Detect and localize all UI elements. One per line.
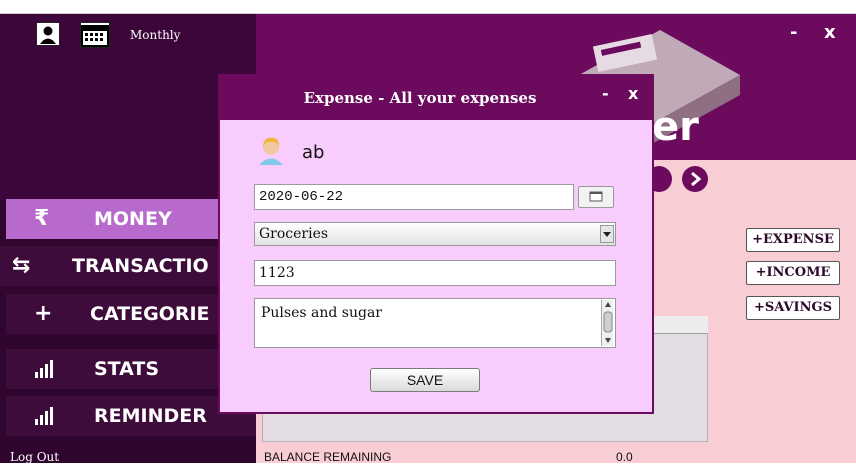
sidebar-item-label: STATS — [94, 358, 160, 380]
sidebar-item-label: REMINDER — [94, 405, 207, 427]
profile-icon[interactable] — [36, 22, 60, 46]
category-value: Groceries — [259, 226, 329, 242]
add-income-button[interactable]: +INCOME — [746, 261, 840, 285]
plus-icon: + — [34, 301, 53, 326]
sidebar-item-label: MONEY — [94, 208, 172, 230]
note-text: Pulses and sugar — [261, 305, 382, 321]
signal-bars-icon — [34, 359, 56, 384]
balance-value: 0.0 — [616, 450, 633, 464]
date-field[interactable]: 2020-06-22 — [254, 184, 574, 210]
logout-link[interactable]: Log Out — [10, 450, 59, 464]
add-savings-button[interactable]: +SAVINGS — [746, 296, 840, 320]
user-avatar-icon — [256, 134, 286, 166]
chevron-down-icon[interactable] — [600, 225, 614, 243]
category-select[interactable]: Groceries — [254, 222, 616, 246]
chevron-right-icon[interactable] — [682, 166, 708, 192]
amount-field[interactable]: 1123 — [254, 260, 616, 286]
balance-label: BALANCE REMAINING — [264, 450, 392, 464]
rupee-icon: ₹ — [34, 206, 50, 231]
note-scrollbar[interactable] — [601, 300, 613, 346]
dialog-title: Expense - All your expenses — [303, 89, 537, 107]
sidebar-item-label: TRANSACTIO — [72, 255, 209, 277]
note-textarea[interactable]: Pulses and sugar — [254, 298, 616, 348]
save-button[interactable]: SAVE — [370, 368, 480, 392]
expense-dialog: Expense - All your expenses - x ab 2020-… — [218, 74, 654, 414]
calendar-icon[interactable] — [80, 22, 110, 48]
window-top-strip — [0, 0, 856, 14]
date-picker-button[interactable] — [578, 186, 614, 208]
period-label[interactable]: Monthly — [130, 28, 180, 42]
swap-icon: ⇆ — [12, 253, 31, 278]
window-close-button[interactable]: x — [824, 22, 836, 43]
signal-bars-icon — [34, 406, 56, 431]
sidebar-item-transactions[interactable]: ⇆ TRANSACTIO — [0, 246, 250, 286]
sidebar-item-label: CATEGORIE — [90, 303, 210, 325]
dialog-minimize-button[interactable]: - — [602, 84, 609, 103]
dialog-close-button[interactable]: x — [628, 84, 638, 103]
window-minimize-button[interactable]: - — [790, 22, 797, 43]
app-brand-text: er — [652, 104, 699, 150]
user-name: ab — [302, 142, 325, 163]
add-expense-button[interactable]: +EXPENSE — [746, 228, 840, 252]
dialog-title-bar[interactable]: Expense - All your expenses - x — [220, 76, 652, 120]
